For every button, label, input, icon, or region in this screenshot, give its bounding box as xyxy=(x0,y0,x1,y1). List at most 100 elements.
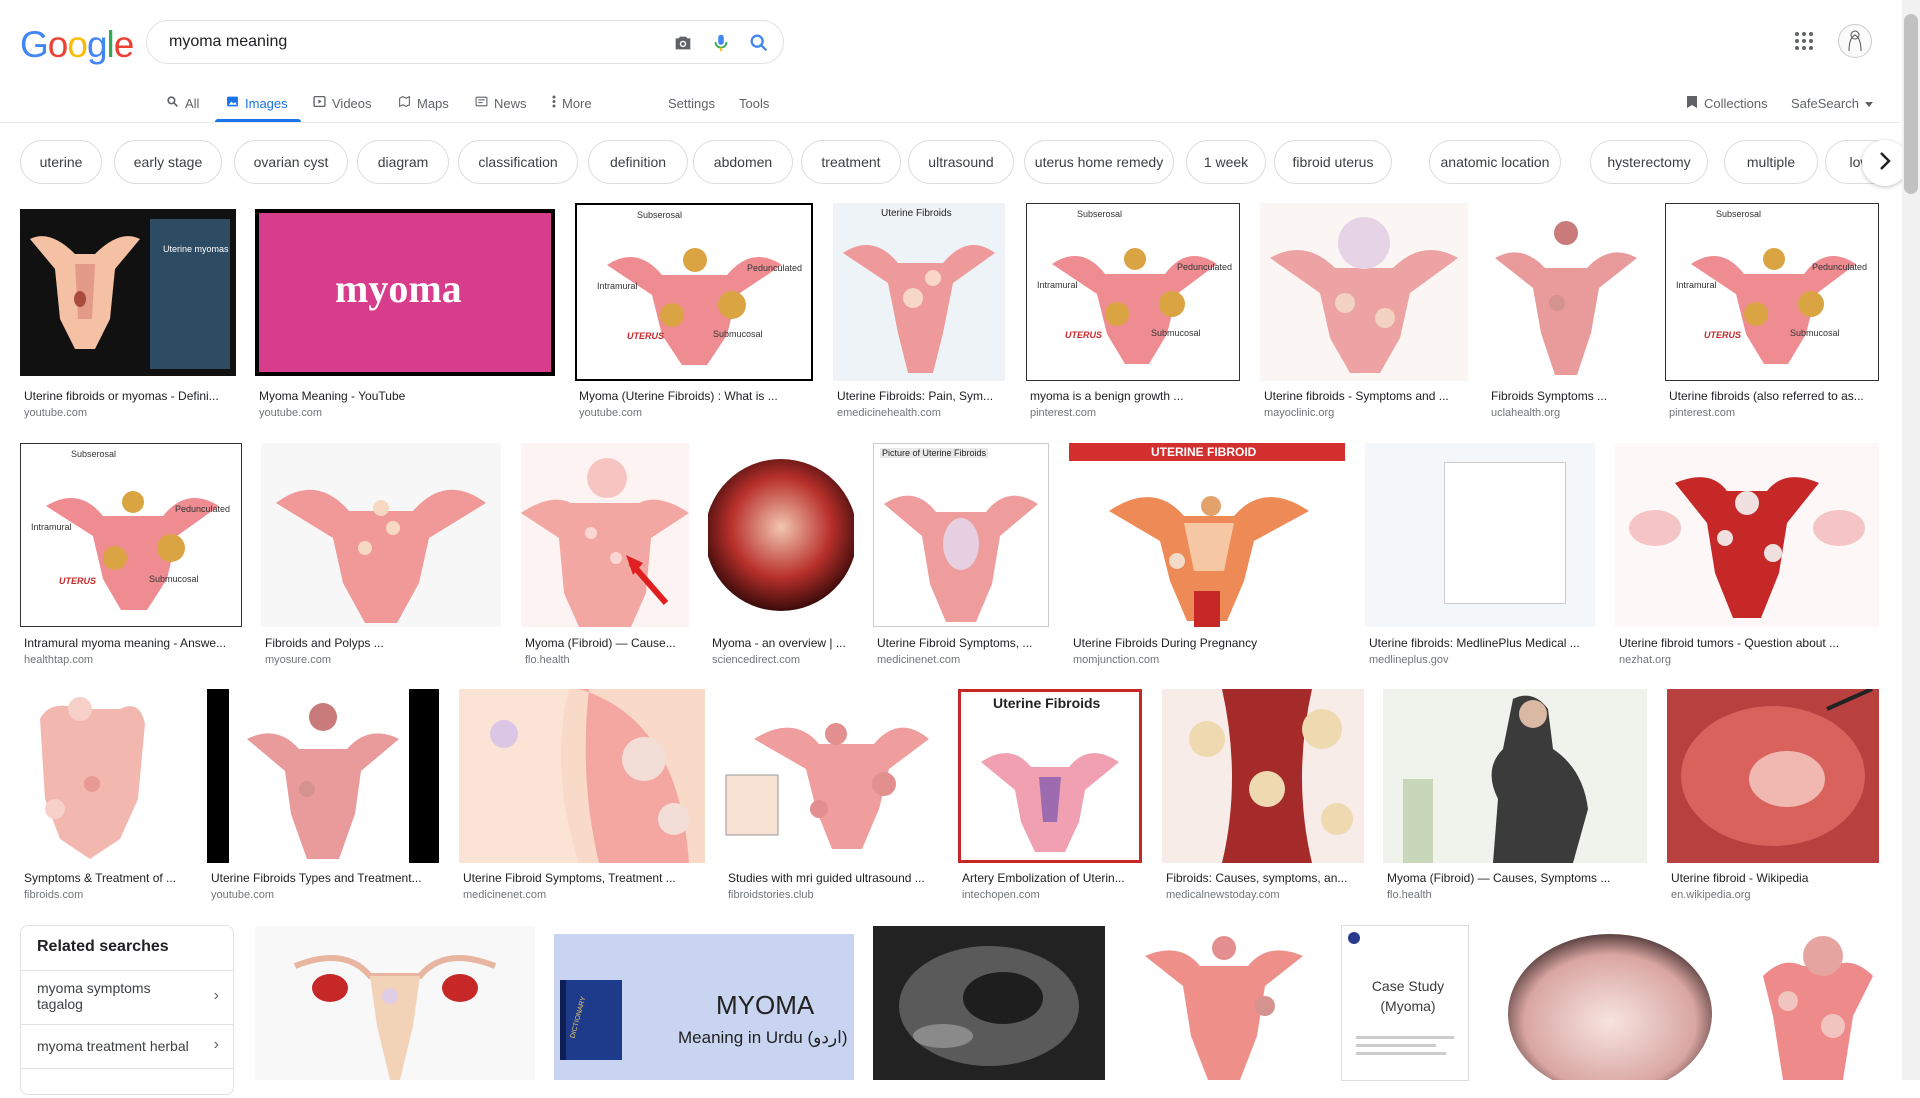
result-thumbnail[interactable] xyxy=(1383,689,1647,863)
image-result[interactable] xyxy=(873,926,1105,1080)
image-result[interactable]: Myoma - an overview | ... sciencedirect.… xyxy=(708,443,854,668)
search-box[interactable] xyxy=(146,20,784,64)
result-thumbnail[interactable] xyxy=(261,443,501,627)
image-result[interactable]: Uterine Fibroid Symptoms, Treatment ... … xyxy=(459,689,705,905)
result-thumbnail[interactable] xyxy=(873,926,1105,1080)
result-caption[interactable]: Uterine fibroids - Symptoms and ... xyxy=(1264,389,1466,403)
result-caption[interactable]: Myoma - an overview | ... xyxy=(712,636,852,650)
result-source[interactable]: uclahealth.org xyxy=(1491,407,1560,419)
chip[interactable]: multiple xyxy=(1724,140,1818,184)
result-source[interactable]: medicinenet.com xyxy=(877,654,960,666)
result-thumbnail[interactable] xyxy=(1365,443,1595,627)
result-caption[interactable]: Uterine Fibroid Symptoms, ... xyxy=(877,636,1047,650)
related-search-item[interactable] xyxy=(21,1068,233,1098)
image-result[interactable]: Uterine myomas Uterine fibroids or myoma… xyxy=(20,209,236,421)
result-source[interactable]: youtube.com xyxy=(579,407,642,419)
result-thumbnail[interactable]: Uterine Fibroids xyxy=(833,203,1005,381)
result-thumbnail[interactable] xyxy=(1615,443,1879,627)
result-caption[interactable]: Uterine fibroid - Wikipedia xyxy=(1671,871,1877,885)
result-caption[interactable]: Uterine Fibroid Symptoms, Treatment ... xyxy=(463,871,703,885)
image-result[interactable]: Uterine Fibroids Artery Embolization of … xyxy=(958,689,1142,905)
result-source[interactable]: healthtap.com xyxy=(24,654,93,666)
result-source[interactable]: emedicinehealth.com xyxy=(837,407,941,419)
result-thumbnail[interactable] xyxy=(20,689,188,863)
result-caption[interactable]: Fibroids and Polyps ... xyxy=(265,636,499,650)
result-thumbnail[interactable] xyxy=(708,443,854,627)
result-caption[interactable]: Uterine Fibroids: Pain, Sym... xyxy=(837,389,1003,403)
tab-tools[interactable]: Tools xyxy=(739,90,769,116)
camera-icon[interactable] xyxy=(671,31,695,55)
result-source[interactable]: medicinenet.com xyxy=(463,889,546,901)
chip[interactable]: anatomic location xyxy=(1429,140,1561,184)
result-source[interactable]: flo.health xyxy=(1387,889,1432,901)
image-result[interactable]: Myoma (Fibroid) — Causes, Symptoms ... f… xyxy=(1383,689,1647,905)
result-source[interactable]: myosure.com xyxy=(265,654,331,666)
image-result[interactable]: Subserosal Pedunculated Intramural Submu… xyxy=(575,203,813,421)
result-caption[interactable]: myoma is a benign growth ... xyxy=(1030,389,1238,403)
result-thumbnail[interactable]: UTERINE FIBROID xyxy=(1069,443,1345,627)
chip[interactable]: definition xyxy=(588,140,688,184)
chip[interactable]: classification xyxy=(458,140,578,184)
result-thumbnail[interactable] xyxy=(1487,203,1645,381)
apps-grid-icon[interactable] xyxy=(1795,32,1813,55)
result-source[interactable]: mayoclinic.org xyxy=(1264,407,1334,419)
image-result[interactable] xyxy=(255,926,535,1080)
tab-images[interactable]: Images xyxy=(226,90,288,116)
chip[interactable]: fibroid uterus xyxy=(1274,140,1392,184)
image-result[interactable]: UTERINE FIBROID Uterine Fibroids During … xyxy=(1069,443,1345,668)
result-source[interactable]: pinterest.com xyxy=(1030,407,1096,419)
page-scrollbar[interactable] xyxy=(1902,0,1920,1080)
google-logo[interactable]: Google xyxy=(20,24,134,66)
result-thumbnail[interactable] xyxy=(724,689,938,863)
result-thumbnail[interactable]: Subserosal Pedunculated Intramural Submu… xyxy=(1665,203,1879,381)
related-search-item[interactable]: myoma symptoms tagalog › xyxy=(21,970,233,1024)
image-result[interactable]: Fibroids and Polyps ... myosure.com xyxy=(261,443,501,668)
result-thumbnail[interactable] xyxy=(1667,689,1879,863)
tab-maps[interactable]: Maps xyxy=(398,90,449,116)
result-source[interactable]: pinterest.com xyxy=(1669,407,1735,419)
result-thumbnail[interactable] xyxy=(1733,926,1879,1080)
image-result[interactable] xyxy=(1733,926,1879,1080)
result-caption[interactable]: Myoma (Fibroid) — Causes, Symptoms ... xyxy=(1387,871,1645,885)
image-result[interactable] xyxy=(1125,926,1323,1080)
result-source[interactable]: fibroids.com xyxy=(24,889,83,901)
chip[interactable]: early stage xyxy=(114,140,222,184)
result-source[interactable]: youtube.com xyxy=(211,889,274,901)
safesearch-toggle[interactable]: SafeSearch xyxy=(1791,90,1873,116)
image-result[interactable]: Subserosal Pedunculated Intramural Submu… xyxy=(20,443,242,668)
result-thumbnail[interactable] xyxy=(1162,689,1364,863)
result-thumbnail[interactable]: Uterine myomas xyxy=(20,209,236,376)
result-caption[interactable]: Myoma (Uterine Fibroids) : What is ... xyxy=(579,389,809,403)
collections-link[interactable]: Collections xyxy=(1686,90,1768,116)
result-thumbnail[interactable]: Subserosal Pedunculated Intramural Submu… xyxy=(1026,203,1240,381)
image-result[interactable]: Uterine fibroids: MedlinePlus Medical ..… xyxy=(1365,443,1595,668)
image-result[interactable]: Symptoms & Treatment of ... fibroids.com xyxy=(20,689,188,905)
image-result[interactable]: Uterine fibroid - Wikipedia en.wikipedia… xyxy=(1667,689,1879,905)
result-source[interactable]: sciencedirect.com xyxy=(712,654,800,666)
image-result[interactable]: DICTIONARY MYOMA Meaning in Urdu (اردو) xyxy=(554,934,854,1080)
result-source[interactable]: en.wikipedia.org xyxy=(1671,889,1751,901)
result-source[interactable]: medlineplus.gov xyxy=(1369,654,1449,666)
result-thumbnail[interactable] xyxy=(207,689,439,863)
result-thumbnail[interactable]: Uterine Fibroids xyxy=(958,689,1142,863)
result-source[interactable]: youtube.com xyxy=(24,407,87,419)
result-caption[interactable]: Intramural myoma meaning - Answe... xyxy=(24,636,240,650)
avatar[interactable] xyxy=(1838,24,1872,58)
image-result[interactable]: Studies with mri guided ultrasound ... f… xyxy=(724,689,938,905)
result-source[interactable]: youtube.com xyxy=(259,407,322,419)
image-result[interactable]: Subserosal Pedunculated Intramural Submu… xyxy=(1665,203,1879,421)
tab-all[interactable]: All xyxy=(166,90,199,116)
result-caption[interactable]: Uterine fibroid tumors - Question about … xyxy=(1619,636,1877,650)
result-thumbnail[interactable]: DICTIONARY MYOMA Meaning in Urdu (اردو) xyxy=(554,934,854,1080)
result-caption[interactable]: Symptoms & Treatment of ... xyxy=(24,871,186,885)
result-thumbnail[interactable]: Subserosal Pedunculated Intramural Submu… xyxy=(20,443,242,627)
image-result[interactable] xyxy=(1506,934,1714,1080)
result-thumbnail[interactable] xyxy=(1260,203,1468,381)
image-result[interactable]: Subserosal Pedunculated Intramural Submu… xyxy=(1026,203,1240,421)
image-result[interactable]: Fibroids Symptoms ... uclahealth.org xyxy=(1487,203,1645,421)
image-result[interactable]: Uterine Fibroids Types and Treatment... … xyxy=(207,689,439,905)
chip[interactable]: uterus home remedy xyxy=(1024,140,1174,184)
result-source[interactable]: flo.health xyxy=(525,654,570,666)
result-thumbnail[interactable] xyxy=(521,443,689,627)
result-caption[interactable]: Uterine Fibroids During Pregnancy xyxy=(1073,636,1343,650)
